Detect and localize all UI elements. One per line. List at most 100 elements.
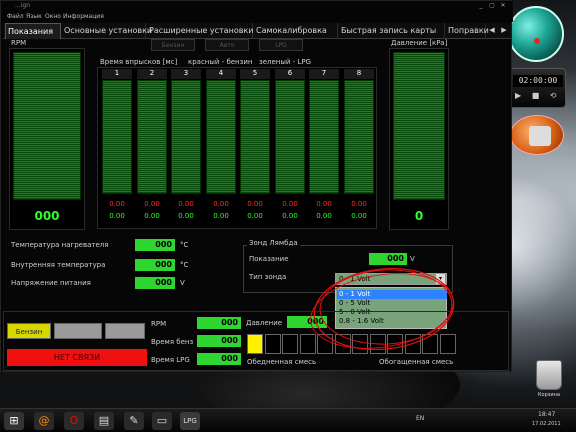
channel-bar	[275, 80, 305, 194]
fuel-auto-button[interactable]	[54, 323, 102, 339]
voltage-label: Напряжение питания	[11, 279, 91, 287]
mail-icon[interactable]: @	[34, 412, 54, 430]
channel-header: 2	[137, 69, 167, 79]
channel-petrol-time: 0.00	[282, 200, 298, 208]
lambda-reading-label: Показание	[249, 255, 289, 263]
pressure-value: 0	[414, 209, 424, 223]
tab-autocalibration[interactable]: Самокалибровка	[254, 23, 338, 39]
calculator-gadget[interactable]	[510, 115, 564, 155]
mixture-cell	[282, 334, 298, 354]
channel-bar	[309, 80, 339, 194]
bottom-rpm-value: 000	[197, 317, 241, 329]
mixture-cell	[265, 334, 281, 354]
lpg-button-disabled: LPG	[259, 39, 303, 51]
connection-alarm: НЕТ СВЯЗИ	[7, 349, 147, 366]
channel-lpg-time: 0.00	[351, 212, 367, 220]
mixture-cell	[335, 334, 351, 354]
sensor-option-0-1v[interactable]: 0 - 1 Volt	[337, 290, 447, 299]
mixture-cell	[317, 334, 333, 354]
mixture-cell	[440, 334, 456, 354]
lambda-group	[243, 245, 453, 293]
tab-advanced-settings[interactable]: Расширенные установки	[147, 23, 253, 39]
timer-gadget[interactable]: 02:00:00 ▶ ■ ⟲	[508, 68, 566, 108]
pressure-label: Давление [кPa]	[391, 39, 448, 47]
clock-gadget[interactable]	[508, 6, 564, 62]
tab-scroll-right-icon[interactable]: ▶	[499, 25, 509, 36]
mixture-cell	[405, 334, 421, 354]
channel-bar	[240, 80, 270, 194]
chevron-down-icon[interactable]: ▾	[436, 274, 445, 284]
close-button[interactable]: ✕	[499, 2, 507, 10]
channel-header: 4	[206, 69, 236, 79]
channel-petrol-time: 0.00	[316, 200, 332, 208]
channel-header: 5	[240, 69, 270, 79]
rpm-value: 000	[34, 209, 60, 223]
mixture-cell	[247, 334, 263, 354]
petrol-time-label: Время бенз	[151, 338, 194, 346]
sensor-type-label: Тип зонда	[249, 273, 287, 281]
pressure-bar	[393, 52, 445, 200]
heater-temp-label: Температура нагревателя	[11, 241, 109, 249]
recycle-bin-icon[interactable]	[536, 360, 562, 390]
fuel-lpg-button[interactable]	[105, 323, 145, 339]
recycle-bin-label: Корзина	[537, 392, 561, 398]
tray-clock[interactable]: 18:47	[538, 411, 555, 418]
lpg-time-label: Время LPG	[151, 356, 190, 364]
title-bar: ...ign _ ▢ ✕	[1, 1, 513, 12]
auto-button-disabled: Авто	[205, 39, 249, 51]
media-player-icon[interactable]: ▤	[94, 412, 114, 430]
language-indicator[interactable]: EN	[416, 415, 424, 422]
tab-basic-settings[interactable]: Основные установки	[62, 23, 152, 39]
menu-file[interactable]: Файл	[7, 13, 24, 20]
lpg-app-icon[interactable]: LPG	[180, 412, 200, 430]
channel-lpg-time: 0.00	[144, 212, 160, 220]
tab-map-recording[interactable]: Быстрая запись карты	[339, 23, 445, 39]
notepad-icon[interactable]: ✎	[124, 412, 144, 430]
mixture-cell	[422, 334, 438, 354]
petrol-button-disabled: Бензин	[151, 39, 195, 51]
rpm-label: RPM	[11, 39, 27, 47]
tab-readings[interactable]: Показания	[5, 23, 61, 39]
tab-scroll-left-icon[interactable]: ◀	[487, 25, 497, 36]
sensor-type-select[interactable]: 0 - 1 Volt ▾	[335, 273, 447, 285]
internal-temp-label: Внутренняя температура	[11, 261, 106, 269]
petrol-time-value: 000	[197, 335, 241, 347]
menu-info[interactable]: Информация	[63, 13, 104, 20]
start-icon[interactable]: ⊞	[4, 412, 24, 430]
menu-bar: Файл Язык Окно Информация	[1, 12, 513, 22]
channel-lpg-time: 0.00	[109, 212, 125, 220]
timer-display: 02:00:00	[513, 75, 563, 87]
heater-temp-value: 000	[135, 239, 175, 251]
bottom-pressure-label: Давление	[246, 319, 283, 327]
pressure-panel: 0	[389, 48, 449, 230]
menu-language[interactable]: Язык	[26, 13, 42, 20]
channel-petrol-time: 0.00	[351, 200, 367, 208]
tab-corrections[interactable]: Поправки	[446, 23, 489, 39]
channel-petrol-time: 0.00	[178, 200, 194, 208]
channel-lpg-time: 0.00	[282, 212, 298, 220]
folder-icon[interactable]: ▭	[152, 412, 172, 430]
opera-icon[interactable]: O	[64, 412, 84, 430]
sensor-option-0-5v[interactable]: 0 - 5 Volt	[337, 299, 447, 308]
internal-temp-unit: °C	[180, 261, 189, 269]
channel-bar	[137, 80, 167, 194]
mixture-cell	[387, 334, 403, 354]
channel-bar	[206, 80, 236, 194]
menu-window[interactable]: Окно	[45, 13, 61, 20]
channel-bar	[171, 80, 201, 194]
maximize-button[interactable]: ▢	[488, 2, 496, 10]
timer-controls[interactable]: ▶ ■ ⟲	[515, 91, 561, 100]
lean-mixture-label: Обедненная смесь	[247, 358, 317, 366]
mixture-cell	[370, 334, 386, 354]
channel-lpg-time: 0.00	[213, 212, 229, 220]
channel-lpg-time: 0.00	[247, 212, 263, 220]
sensor-type-selected: 0 - 1 Volt	[339, 275, 371, 283]
channel-petrol-time: 0.00	[247, 200, 263, 208]
fuel-petrol-button[interactable]: Бензин	[7, 323, 51, 339]
channel-header: 7	[309, 69, 339, 79]
channel-header: 3	[171, 69, 201, 79]
bottom-rpm-label: RPM	[151, 320, 167, 328]
minimize-button[interactable]: _	[477, 2, 485, 10]
window-title: ...ign	[15, 2, 30, 9]
rich-mixture-label: Обогащенная смесь	[379, 358, 454, 366]
